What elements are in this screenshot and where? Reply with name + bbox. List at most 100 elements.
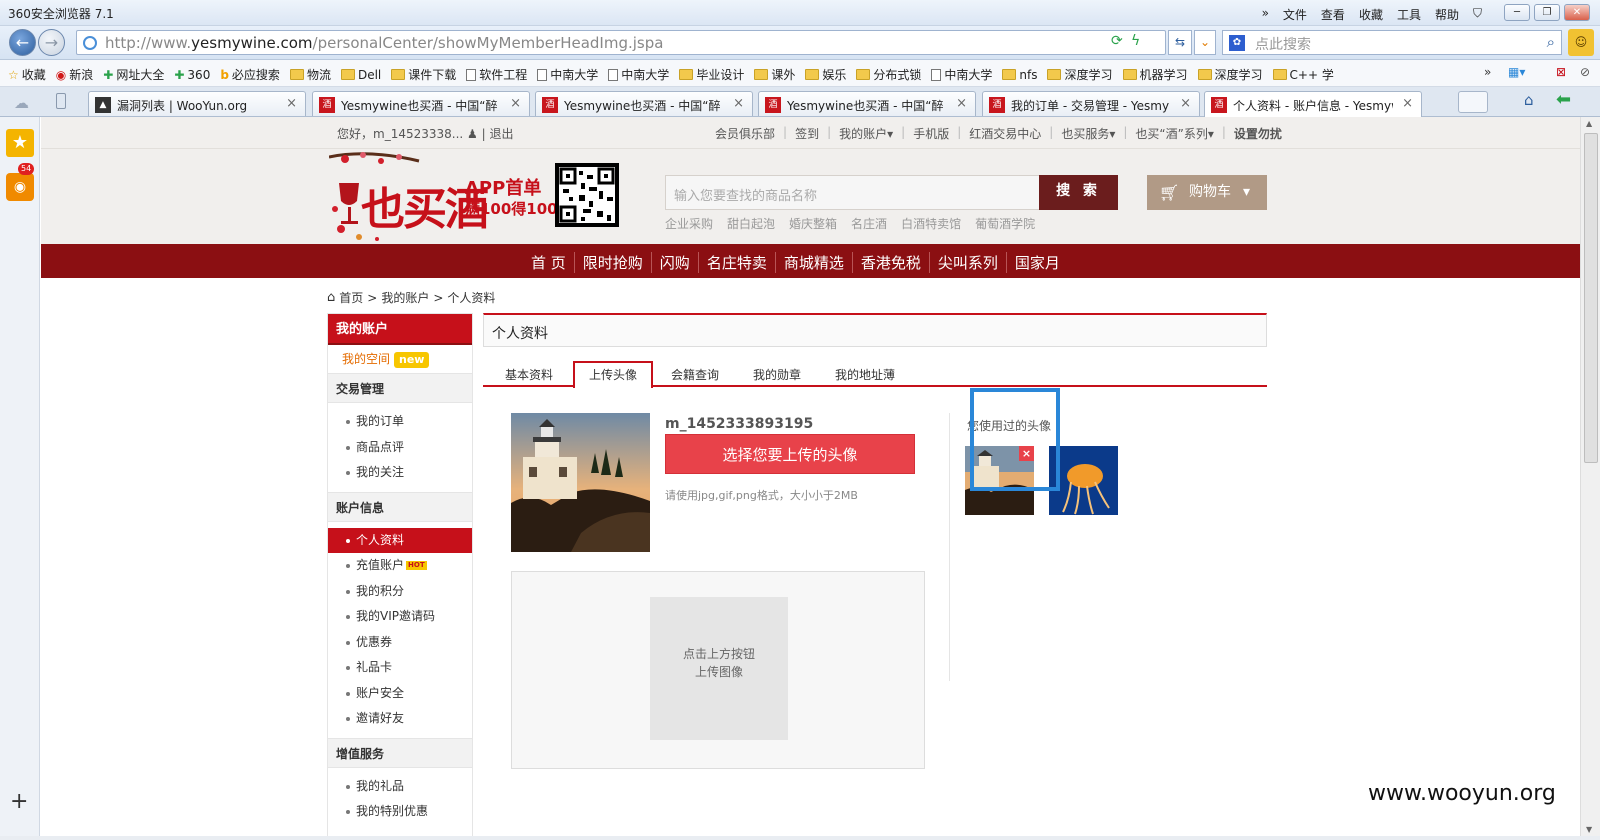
main-nav-item[interactable]: 国家月 [1007,252,1068,273]
account-menu-head[interactable]: 我的账户 [328,314,472,345]
refresh-icon[interactable]: ⟳ [1111,33,1123,49]
favorite-item[interactable]: 软件工程 [466,66,527,83]
home-icon[interactable]: ⌂ [1524,91,1534,109]
favorite-item[interactable]: 深度学习 [1047,66,1113,83]
avatar-preview-placeholder[interactable]: 点击上方按钮 上传图像 [650,597,788,740]
main-nav-item[interactable]: 闪购 [652,252,699,273]
menu-help[interactable]: 帮助 [1435,6,1459,23]
menu-view[interactable]: 查看 [1321,6,1345,23]
favorite-item[interactable]: ◉ 新浪 [56,66,94,83]
main-nav-item[interactable]: 商城精选 [776,252,853,273]
top-link[interactable]: 也买“酒”系列▾ [1135,125,1213,142]
favorite-item[interactable]: 课件下载 [391,66,456,83]
main-nav-item[interactable]: 尖叫系列 [930,252,1007,273]
hot-link[interactable]: 婚庆整箱 [789,215,837,232]
hot-link[interactable]: 白酒特卖馆 [901,215,961,232]
new-tab-button[interactable] [1458,91,1488,113]
menu-item[interactable]: 商品点评 [328,435,472,461]
pin-icon[interactable]: ⊘ [1580,65,1590,79]
favorite-item[interactable]: nfs [1002,66,1037,83]
scroll-down-icon[interactable]: ▼ [1586,825,1592,834]
favorite-item[interactable]: 娱乐 [805,66,846,83]
favorite-item[interactable]: ☆ 收藏 [8,66,46,83]
top-link[interactable]: 也买服务▾ [1061,125,1115,142]
logout-link[interactable]: 退出 [489,127,513,141]
favorite-item[interactable]: 机器学习 [1122,66,1188,83]
menu-tools[interactable]: 工具 [1397,6,1421,23]
scrollbar-thumb[interactable] [1584,133,1598,463]
search-icon[interactable]: ⌕ [1547,33,1555,51]
cloud-icon[interactable]: ☁ [14,94,29,112]
favorite-item[interactable]: ✚ 网址大全 [103,66,164,83]
address-dropdown-button[interactable]: ⌄ [1194,30,1216,55]
add-sidebar-icon[interactable]: + [10,789,28,814]
vertical-scrollbar[interactable]: ▲ ▼ [1580,117,1600,840]
tab-close-icon[interactable]: × [510,96,521,111]
device-icon[interactable] [56,93,66,109]
upload-avatar-button[interactable]: 选择您要上传的头像 [665,434,915,474]
favorite-item[interactable]: C++ 学 [1272,66,1334,83]
main-nav-item[interactable]: 香港免税 [853,252,930,273]
cart-button[interactable]: 🛒︎ 购物车 ▾ [1147,175,1267,210]
favorite-item[interactable]: ✚ 360 [174,66,210,83]
maximize-button[interactable]: ❐ [1534,4,1560,21]
menu-favorites[interactable]: 收藏 [1359,6,1383,23]
menu-item[interactable]: 优惠券 [328,630,472,656]
favorites-star-icon[interactable]: ★ [6,129,34,157]
top-link[interactable]: 我的账户▾ [839,125,893,142]
tab-close-icon[interactable]: × [1402,96,1413,111]
my-space-link[interactable]: 我的空间 new [328,345,472,373]
top-link[interactable]: 会员俱乐部 [715,125,775,142]
minimize-button[interactable]: ─ [1504,4,1530,21]
menu-item[interactable]: 邀请好友 [328,706,472,732]
breadcrumb-account[interactable]: 我的账户 [381,289,429,306]
favorite-item[interactable]: 中南大学 [537,66,598,83]
hot-link[interactable]: 企业采购 [665,215,713,232]
menu-item[interactable]: 我的关注 [328,460,472,486]
weibo-icon[interactable]: ◉ [6,173,34,201]
favorite-item[interactable]: 中南大学 [931,66,992,83]
top-link[interactable]: 签到 [795,125,819,142]
browser-tab[interactable]: 酒 Yesmywine也买酒 - 中国“醉 × [535,91,753,116]
menu-file[interactable]: 文件 [1283,6,1307,23]
scroll-up-icon[interactable]: ▲ [1586,119,1592,128]
lightning-icon[interactable]: ϟ [1131,33,1140,49]
main-nav-item[interactable]: 首 页 [523,252,575,273]
menu-item[interactable]: 我的积分 [328,579,472,605]
favorite-item[interactable]: Dell [340,66,381,83]
app-promo[interactable]: APP首单 满100得100 [465,179,558,219]
hot-link[interactable]: 名庄酒 [851,215,887,232]
search-engine-icon[interactable]: ✿ [1229,35,1245,51]
address-bar[interactable]: http://www.yesmywine.com/personalCenter/… [76,30,1166,55]
menu-item[interactable]: 我的订单 [328,409,472,435]
user-avatar-icon[interactable]: ☺ [1568,29,1594,56]
menu-item[interactable]: 我的特别优惠 [328,799,472,825]
favorites-overflow-icon[interactable]: » [1484,65,1491,79]
menu-item[interactable]: 个人资料 [328,527,472,553]
menu-more-chevron[interactable]: » [1262,6,1269,23]
site-search-input[interactable]: 输入您要查找的商品名称 [665,175,1040,210]
favorite-item[interactable]: 物流 [289,66,331,83]
menu-item[interactable]: 我的礼品 [328,774,472,800]
tab-upload-avatar[interactable]: 上传头像 [573,361,653,388]
compat-mode-button[interactable]: ⇆ [1168,30,1192,55]
top-link[interactable]: 红酒交易中心 [969,125,1041,142]
undo-close-icon[interactable]: ⬅ [1556,89,1571,110]
top-link[interactable]: 设置勿扰 [1234,125,1282,142]
tab-basic-info[interactable]: 基本资料 [505,366,553,383]
browser-tab[interactable]: ▲ 漏洞列表 | WooYun.org × [88,91,306,116]
favorite-item[interactable]: 毕业设计 [679,66,744,83]
site-search-button[interactable]: 搜 索 [1039,175,1118,210]
back-button[interactable]: ← [9,29,36,56]
close-ad-icon[interactable]: ⊠ [1556,65,1566,79]
close-window-button[interactable]: ✕ [1564,4,1590,21]
favorite-item[interactable]: 分布式锁 [856,66,921,83]
tab-close-icon[interactable]: × [733,96,744,111]
url-text[interactable]: http://www.yesmywine.com/personalCenter/… [105,34,663,52]
favorite-item[interactable]: b 必应搜索 [220,66,280,83]
browser-tab[interactable]: 酒个人资料 - 账户信息 - Yesmyw × [1204,91,1422,117]
browser-tab[interactable]: 酒 Yesmywine也买酒 - 中国“醉 × [758,91,976,116]
menu-item[interactable]: 我的VIP邀请码 [328,604,472,630]
shirt-icon[interactable]: ⛉ [1473,6,1482,23]
tab-close-icon[interactable]: × [956,96,967,111]
